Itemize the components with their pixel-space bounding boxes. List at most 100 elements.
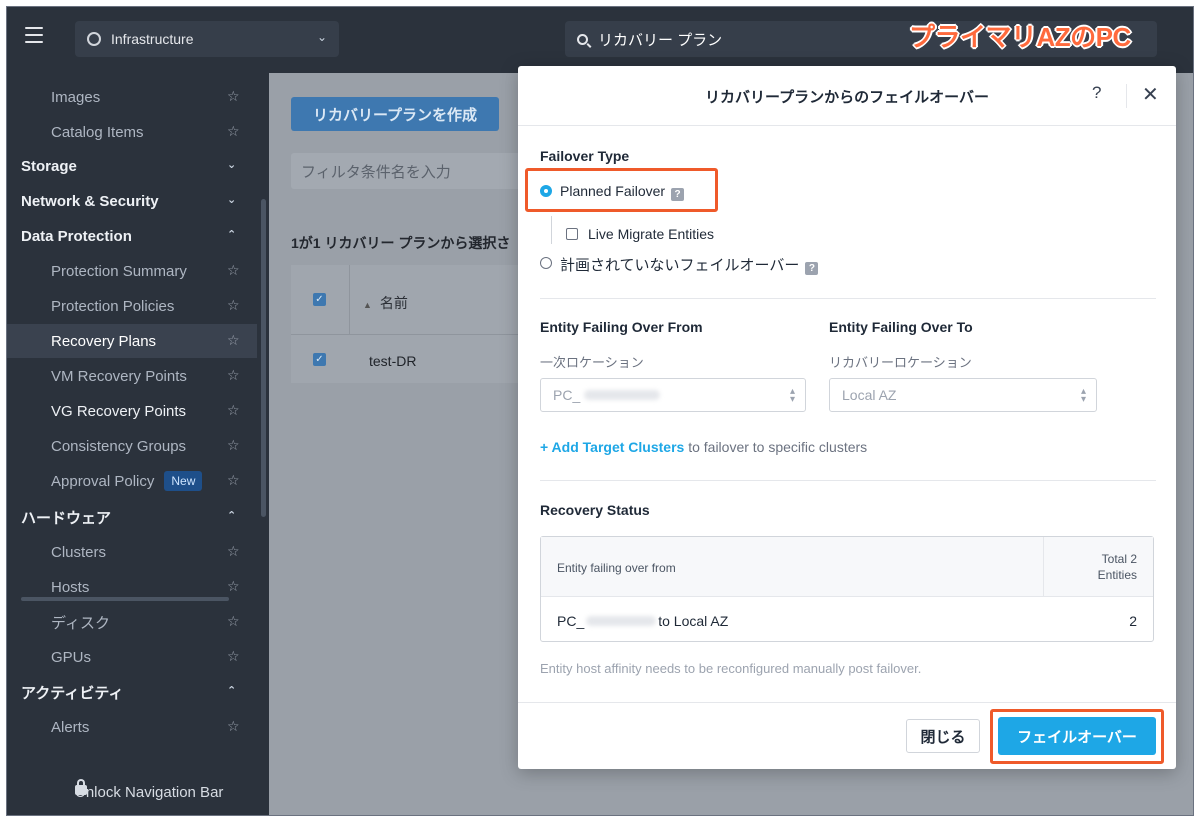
sidebar-group-network-security[interactable]: Network & Security ⌄ [7, 184, 257, 218]
sidebar-item-alerts[interactable]: Alerts ☆ [7, 710, 257, 744]
sidebar-item-label: Hosts [51, 578, 90, 596]
column-header-label: 名前 [379, 295, 408, 311]
star-icon[interactable]: ☆ [227, 262, 240, 279]
sidebar-item-label: Clusters [51, 543, 107, 561]
row-checkbox[interactable]: ✓ [313, 353, 326, 366]
from-location-select[interactable]: PC_ ▴ ▾ [540, 378, 806, 412]
live-migrate-label[interactable]: Live Migrate Entities [588, 226, 714, 242]
sidebar-item-vg-recovery-points[interactable]: VG Recovery Points ☆ [7, 394, 257, 428]
star-icon[interactable]: ☆ [227, 297, 240, 314]
chevron-up-icon: ⌃ [227, 510, 237, 522]
close-icon[interactable]: ✕ [1142, 82, 1159, 107]
live-migrate-checkbox[interactable] [566, 228, 578, 240]
chevron-up-icon: ⌃ [227, 229, 237, 241]
star-icon[interactable]: ☆ [227, 648, 240, 665]
sidebar-item-images[interactable]: Images ☆ [7, 80, 257, 114]
select-all-checkbox[interactable]: ✓ [313, 293, 326, 306]
app-selector[interactable]: Infrastructure ⌄ [75, 21, 339, 57]
status-table-header: Entity failing over from Total 2 Entities [541, 537, 1153, 597]
sidebar-item-catalog-items[interactable]: Catalog Items ☆ [7, 115, 257, 149]
sidebar-item-label: Protection Policies [51, 297, 175, 315]
table-header: ✓ ▲ 名前 [291, 265, 521, 335]
recovery-status-title: Recovery Status [540, 502, 650, 518]
failover-type-title: Failover Type [540, 148, 630, 164]
chevron-down-icon: ⌄ [227, 159, 237, 171]
sidebar-item-clusters[interactable]: Clusters ☆ [7, 535, 257, 569]
add-target-clusters: + Add Target Clusters to failover to spe… [540, 439, 867, 455]
sidebar-group-data-protection[interactable]: Data Protection ⌃ [7, 219, 257, 253]
star-icon[interactable]: ☆ [227, 332, 240, 349]
sidebar-item-protection-policies[interactable]: Protection Policies ☆ [7, 289, 257, 323]
horizontal-scrollbar[interactable] [21, 597, 229, 601]
sidebar-item-label: Approval Policy [51, 472, 155, 490]
status-row-entity: PC_ to Local AZ [557, 613, 728, 629]
sidebar-item-vm-recovery-points[interactable]: VM Recovery Points ☆ [7, 359, 257, 393]
sidebar-group-label: Data Protection [21, 227, 132, 245]
dialog-title: リカバリープランからのフェイルオーバー [705, 89, 989, 106]
filter-input[interactable]: フィルタ条件名を入力 [291, 153, 531, 189]
close-button[interactable]: 閉じる [906, 719, 980, 753]
sidebar-scrollbar[interactable] [261, 199, 266, 517]
recovery-status-table: Entity failing over from Total 2 Entities… [540, 536, 1154, 642]
redacted-text [586, 616, 657, 626]
unlock-navigation-label: Unlock Navigation Bar [75, 783, 224, 801]
add-target-clusters-hint: to failover to specific clusters [688, 439, 868, 455]
column-header-name[interactable]: ▲ 名前 [363, 293, 408, 313]
sidebar-item-label: Alerts [51, 718, 90, 736]
star-icon[interactable]: ☆ [227, 123, 240, 140]
sidebar-group-storage[interactable]: Storage ⌄ [7, 149, 257, 183]
tree-line [551, 216, 552, 244]
star-icon[interactable]: ☆ [227, 543, 240, 560]
search-value: リカバリー プラン [598, 31, 723, 49]
gear-icon [87, 32, 101, 46]
selection-summary: 1が1 リカバリー プランから選択さ [291, 235, 511, 251]
table-row-name[interactable]: test-DR [369, 353, 416, 369]
star-icon[interactable]: ☆ [227, 437, 240, 454]
header-divider [1126, 84, 1127, 108]
sidebar-group-activity[interactable]: アクティビティ ⌃ [7, 675, 257, 709]
info-icon[interactable]: ? [805, 262, 819, 275]
sort-arrows-icon: ▴ ▾ [789, 386, 795, 405]
sidebar-item-protection-summary[interactable]: Protection Summary ☆ [7, 254, 257, 288]
from-location-value: PC_ [553, 387, 581, 403]
sidebar-item-recovery-plans[interactable]: Recovery Plans ☆ [7, 324, 257, 358]
sidebar-item-consistency-groups[interactable]: Consistency Groups ☆ [7, 429, 257, 463]
sidebar-item-label: Protection Summary [51, 262, 187, 280]
menu-icon[interactable] [25, 27, 43, 43]
create-recovery-plan-button[interactable]: リカバリープランを作成 [291, 97, 499, 131]
sort-icon: ▲ [363, 300, 372, 310]
star-icon[interactable]: ☆ [227, 88, 240, 105]
info-icon[interactable]: ? [671, 188, 685, 201]
planned-failover-radio[interactable] [540, 185, 552, 197]
sidebar-group-label: Storage [21, 157, 77, 175]
star-icon[interactable]: ☆ [227, 402, 240, 419]
sidebar-item-label: ディスク [51, 614, 110, 632]
status-row-suffix: to Local AZ [658, 613, 729, 629]
star-icon[interactable]: ☆ [227, 718, 240, 735]
sidebar-item-approval-policy[interactable]: Approval Policy New ☆ [7, 464, 257, 498]
unplanned-failover-text: 計画されていないフェイルオーバー [560, 257, 800, 274]
redacted-text [584, 390, 661, 400]
unplanned-failover-radio[interactable] [540, 257, 552, 269]
to-title: Entity Failing Over To [829, 319, 973, 335]
sidebar-item-disks[interactable]: ディスク ☆ [7, 605, 257, 639]
planned-failover-label[interactable]: Planned Failover? [560, 183, 685, 201]
help-icon[interactable]: ? [1092, 83, 1101, 103]
unplanned-failover-label[interactable]: 計画されていないフェイルオーバー? [560, 254, 819, 275]
status-column-total: Total 2 Entities [1061, 551, 1137, 583]
status-column-total-line2: Entities [1097, 568, 1137, 582]
failover-button[interactable]: フェイルオーバー [998, 717, 1156, 755]
lock-icon [75, 779, 87, 795]
unlock-navigation-button[interactable]: Unlock Navigation Bar [7, 767, 269, 815]
star-icon[interactable]: ☆ [227, 578, 240, 595]
star-icon[interactable]: ☆ [227, 472, 240, 489]
sidebar-group-hardware[interactable]: ハードウェア ⌃ [7, 500, 257, 534]
search-icon [577, 33, 588, 45]
to-location-select[interactable]: Local AZ ▴ ▾ [829, 378, 1097, 412]
star-icon[interactable]: ☆ [227, 367, 240, 384]
sidebar-item-label: Recovery Plans [51, 332, 157, 350]
sidebar-item-label: VG Recovery Points [51, 402, 187, 420]
star-icon[interactable]: ☆ [227, 613, 240, 630]
sidebar-item-gpus[interactable]: GPUs ☆ [7, 640, 257, 674]
add-target-clusters-link[interactable]: + Add Target Clusters [540, 439, 684, 455]
